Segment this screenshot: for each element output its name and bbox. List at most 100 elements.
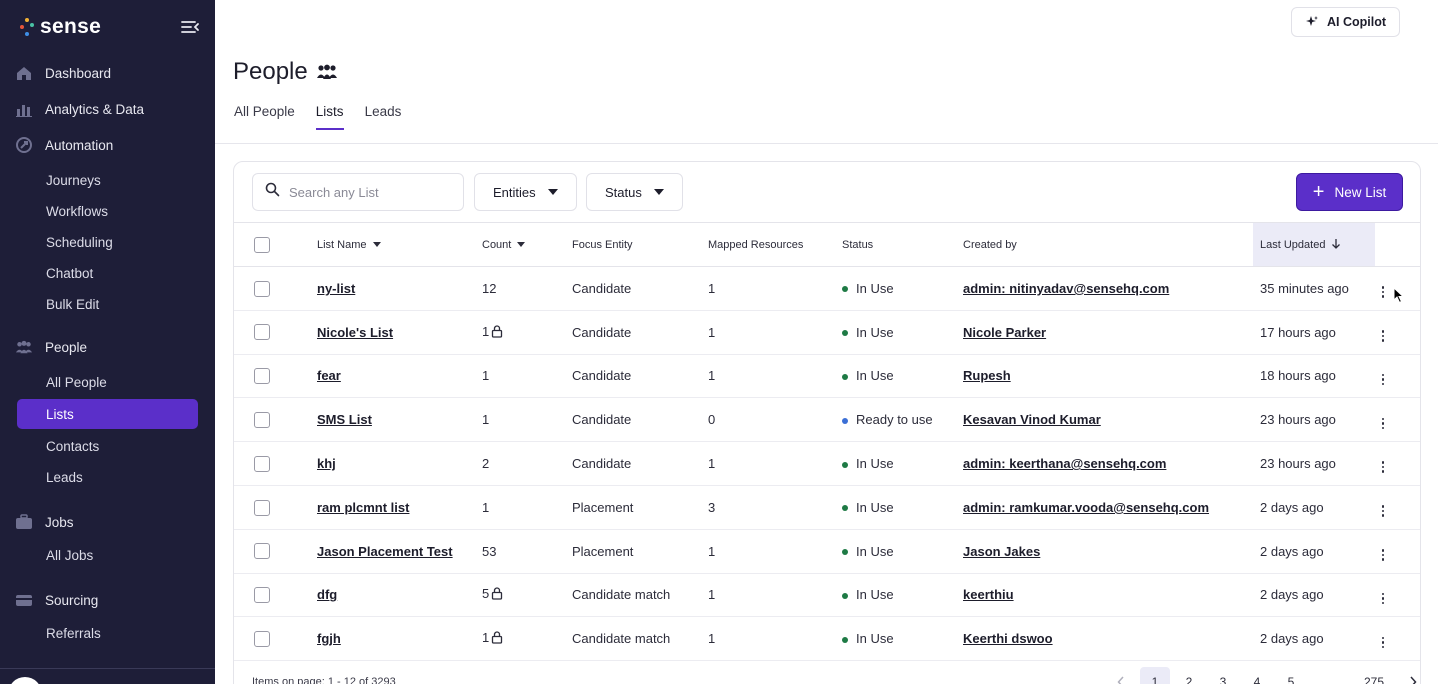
status-filter[interactable]: Status bbox=[586, 173, 683, 211]
caret-down-icon bbox=[517, 242, 526, 248]
nav-chatbot[interactable]: Chatbot bbox=[0, 258, 215, 288]
page-button[interactable]: 1 bbox=[1140, 667, 1170, 684]
list-name-link[interactable]: ny-list bbox=[317, 281, 355, 296]
nav-dashboard[interactable]: Dashboard bbox=[0, 56, 215, 90]
row-checkbox[interactable] bbox=[254, 280, 270, 297]
lists-toolbar: Entities Status + New List bbox=[234, 162, 1420, 222]
col-last-updated[interactable]: Last Updated bbox=[1253, 222, 1375, 267]
row-menu-icon[interactable] bbox=[1375, 591, 1391, 607]
nav-all-jobs[interactable]: All Jobs bbox=[0, 540, 215, 570]
creator-link[interactable]: Jason Jakes bbox=[963, 544, 1040, 559]
list-name-link[interactable]: khj bbox=[317, 456, 336, 471]
lock-icon bbox=[491, 631, 503, 647]
col-count[interactable]: Count bbox=[482, 222, 572, 267]
entities-filter[interactable]: Entities bbox=[474, 173, 577, 211]
creator-link[interactable]: Kesavan Vinod Kumar bbox=[963, 412, 1101, 427]
ai-copilot-button[interactable]: AI Copilot bbox=[1291, 7, 1400, 37]
nav-journeys[interactable]: Journeys bbox=[0, 165, 215, 195]
col-focus-entity: Focus Entity bbox=[572, 222, 708, 267]
status-dot bbox=[842, 636, 848, 643]
row-checkbox[interactable] bbox=[254, 499, 270, 516]
nav-leads[interactable]: Leads bbox=[0, 462, 215, 492]
creator-link[interactable]: admin: keerthana@sensehq.com bbox=[963, 456, 1166, 471]
page-title: People bbox=[233, 58, 338, 86]
row-checkbox[interactable] bbox=[254, 368, 270, 385]
creator-link[interactable]: keerthiu bbox=[963, 587, 1014, 602]
last-updated: 2 days ago bbox=[1253, 573, 1375, 618]
list-count: 1 bbox=[482, 499, 490, 515]
row-checkbox[interactable] bbox=[254, 324, 270, 341]
nav-workflows[interactable]: Workflows bbox=[0, 196, 215, 226]
nav-all-people[interactable]: All People bbox=[0, 367, 215, 397]
list-name-link[interactable]: SMS List bbox=[317, 412, 372, 427]
row-checkbox[interactable] bbox=[254, 455, 270, 472]
row-menu-icon[interactable] bbox=[1375, 459, 1391, 475]
row-checkbox[interactable] bbox=[254, 587, 270, 604]
row-menu-icon[interactable] bbox=[1375, 415, 1391, 431]
user-avatar[interactable] bbox=[8, 677, 42, 684]
table-row: fear 1 Candidate 1 In Use Rupesh 18 hours ago bbox=[234, 354, 1420, 399]
col-list-name[interactable]: List Name bbox=[317, 222, 482, 267]
page-button[interactable]: 275 bbox=[1354, 667, 1394, 684]
table-row: SMS List 1 Candidate 0 Ready to use Kesavan V… bbox=[234, 397, 1420, 443]
row-menu-icon[interactable] bbox=[1375, 328, 1391, 344]
chevron-right-icon bbox=[1410, 676, 1417, 684]
nav-automation[interactable]: Automation bbox=[0, 128, 215, 162]
nav-sourcing[interactable]: Sourcing bbox=[0, 583, 215, 617]
list-name-link[interactable]: ram plcmnt list bbox=[317, 500, 409, 515]
row-menu-icon[interactable] bbox=[1375, 372, 1391, 388]
focus-entity: Candidate bbox=[572, 310, 708, 355]
row-checkbox[interactable] bbox=[254, 631, 270, 648]
collapse-sidebar-icon[interactable] bbox=[180, 18, 200, 36]
ai-copilot-label: AI Copilot bbox=[1326, 15, 1386, 29]
brand-logo[interactable]: sense bbox=[20, 14, 101, 40]
list-name-link[interactable]: dfg bbox=[317, 587, 337, 602]
tab-leads[interactable]: Leads bbox=[365, 104, 402, 130]
nav-referrals[interactable]: Referrals bbox=[0, 618, 215, 648]
tab-lists[interactable]: Lists bbox=[315, 104, 344, 130]
search-input[interactable] bbox=[289, 184, 449, 200]
creator-link[interactable]: Keerthi dswoo bbox=[963, 631, 1053, 646]
list-name-link[interactable]: fear bbox=[317, 368, 341, 383]
list-name-link[interactable]: Jason Placement Test bbox=[317, 544, 453, 559]
new-list-button[interactable]: + New List bbox=[1296, 173, 1403, 211]
row-checkbox[interactable] bbox=[254, 543, 270, 560]
list-name-link[interactable]: fgjh bbox=[317, 631, 341, 646]
nav-analytics[interactable]: Analytics & Data bbox=[0, 92, 215, 126]
page-button[interactable]: 3 bbox=[1208, 667, 1238, 684]
list-name-link[interactable]: Nicole's List bbox=[317, 325, 393, 340]
page-button[interactable]: 2 bbox=[1174, 667, 1204, 684]
prev-page-button[interactable] bbox=[1106, 667, 1136, 684]
creator-link[interactable]: Rupesh bbox=[963, 368, 1011, 383]
page-button[interactable]: 5 bbox=[1276, 667, 1306, 684]
creator-link[interactable]: admin: nitinyadav@sensehq.com bbox=[963, 281, 1169, 296]
row-menu-icon[interactable] bbox=[1375, 284, 1391, 300]
row-menu-icon[interactable] bbox=[1375, 634, 1391, 650]
creator-link[interactable]: Nicole Parker bbox=[963, 325, 1046, 340]
sense-logo-icon bbox=[20, 18, 34, 36]
next-page-button[interactable] bbox=[1398, 667, 1428, 684]
caret-down-icon bbox=[372, 242, 381, 248]
status-text: In Use bbox=[856, 631, 894, 647]
last-updated: 2 days ago bbox=[1253, 485, 1375, 530]
nav-scheduling[interactable]: Scheduling bbox=[0, 227, 215, 257]
lists-table: List Name Count Focus Entity Mapped Reso… bbox=[234, 222, 1420, 662]
row-checkbox[interactable] bbox=[254, 412, 270, 429]
status-dot bbox=[842, 374, 848, 381]
status-dot bbox=[842, 417, 848, 424]
nav-lists[interactable]: Lists bbox=[17, 399, 198, 429]
nav-jobs[interactable]: Jobs bbox=[0, 505, 215, 539]
brand-name: sense bbox=[40, 15, 102, 38]
focus-entity: Candidate match bbox=[572, 573, 708, 618]
nav-people[interactable]: People bbox=[0, 330, 215, 364]
page-button[interactable]: 4 bbox=[1242, 667, 1272, 684]
lists-card: Entities Status + New List List Name Cou… bbox=[233, 161, 1421, 684]
creator-link[interactable]: admin: ramkumar.vooda@sensehq.com bbox=[963, 500, 1209, 515]
nav-contacts[interactable]: Contacts bbox=[0, 431, 215, 461]
row-menu-icon[interactable] bbox=[1375, 503, 1391, 519]
row-menu-icon[interactable] bbox=[1375, 547, 1391, 563]
select-all-checkbox[interactable] bbox=[254, 236, 270, 253]
sidebar-nav: Dashboard Analytics & Data Automation Jo… bbox=[0, 56, 215, 649]
tab-all-people[interactable]: All People bbox=[234, 104, 295, 130]
nav-bulk-edit[interactable]: Bulk Edit bbox=[0, 289, 215, 319]
